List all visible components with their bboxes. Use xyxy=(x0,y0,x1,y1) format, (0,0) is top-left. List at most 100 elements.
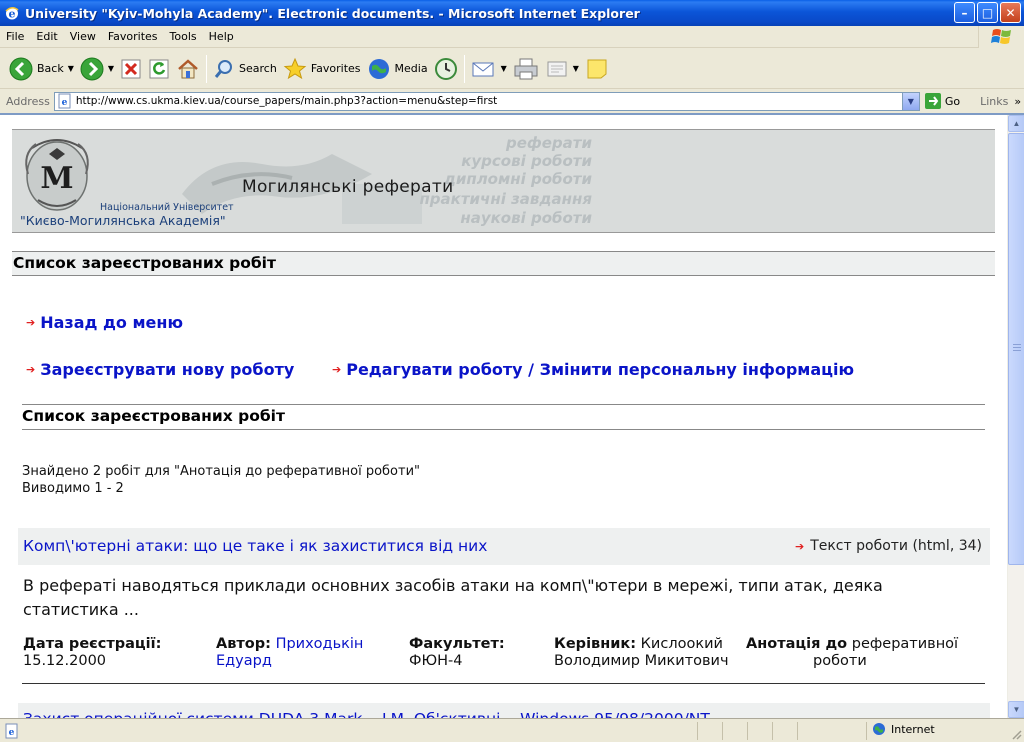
refresh-button[interactable] xyxy=(145,52,173,86)
media-label: Media xyxy=(394,62,428,75)
faculty-value: ФЮН-4 xyxy=(409,653,463,669)
university-name-line2: "Києво-Могилянська Академія" xyxy=(20,213,226,228)
work-date: Дата реєстрації: 15.12.2000 xyxy=(23,636,161,670)
arrow-right-icon: ➔ xyxy=(26,316,36,329)
chevron-down-icon[interactable]: ▼ xyxy=(108,64,114,73)
work-text-link[interactable]: ➔ Текст роботи (html, 34) xyxy=(795,538,982,554)
annotation-value: реферативної xyxy=(851,636,959,652)
windows-logo-icon xyxy=(978,26,1024,48)
back-to-menu-link[interactable]: ➔ Назад до меню xyxy=(26,313,183,332)
zone-label: Internet xyxy=(891,722,935,736)
svg-text:e: e xyxy=(61,98,67,108)
menu-favorites[interactable]: Favorites xyxy=(102,30,164,43)
work-author: Автор: Приходькін Едуард xyxy=(216,636,363,670)
author-label: Автор: xyxy=(216,636,271,652)
menu-help[interactable]: Help xyxy=(203,30,240,43)
chevron-down-icon[interactable]: ▼ xyxy=(501,64,507,73)
vertical-scrollbar[interactable]: ▲ ▼ xyxy=(1007,115,1024,718)
work-description: В рефераті наводяться приклади основних … xyxy=(23,576,883,619)
history-icon xyxy=(434,57,457,80)
scroll-grip xyxy=(1013,347,1021,348)
web-page: М реферати курсові роботи дипломні робот… xyxy=(0,115,1007,718)
work-header: Комп\'ютерні атаки: що це таке і як захи… xyxy=(18,528,990,565)
edit-work-link[interactable]: ➔ Редагувати роботу / Змінити персональн… xyxy=(332,360,854,379)
supervisor-label: Керівник: xyxy=(554,636,637,652)
watermark-line: дипломні роботи xyxy=(443,170,592,188)
chevron-down-icon[interactable]: ▼ xyxy=(573,64,579,73)
date-value: 15.12.2000 xyxy=(23,653,107,669)
internet-explorer-icon: e xyxy=(5,7,19,21)
watermark-line: наукові роботи xyxy=(460,209,592,227)
media-globe-icon xyxy=(368,58,389,79)
register-new-work-link[interactable]: ➔ Зареєструвати нову роботу xyxy=(26,360,294,379)
back-button[interactable]: Back ▼ xyxy=(6,52,77,86)
watermark-line: реферати xyxy=(505,134,592,152)
author-link[interactable]: Приходькін xyxy=(276,636,364,652)
chevron-down-icon[interactable]: ▼ xyxy=(901,92,919,110)
svg-text:e: e xyxy=(9,8,16,21)
page-icon: e xyxy=(58,93,71,109)
address-bar: Address e http://www.cs.ukma.kiev.ua/cou… xyxy=(0,90,1024,112)
menu-file[interactable]: File xyxy=(0,30,30,43)
media-button[interactable]: Media xyxy=(364,52,431,86)
resize-grip-icon[interactable] xyxy=(1010,728,1022,740)
favorites-button[interactable]: Favorites xyxy=(280,52,364,86)
refresh-icon xyxy=(149,59,169,78)
minimize-button[interactable]: – xyxy=(954,2,975,23)
history-button[interactable] xyxy=(431,52,461,86)
links-toolbar[interactable]: Links xyxy=(980,95,1008,108)
address-url: http://www.cs.ukma.kiev.ua/course_papers… xyxy=(75,95,498,107)
mail-button[interactable]: ▼ xyxy=(468,52,510,86)
academy-crest-icon: М xyxy=(25,139,89,211)
go-button[interactable]: Go xyxy=(924,92,960,110)
work-text-label: Текст роботи (html, 34) xyxy=(810,538,982,554)
page-title: Список зареєстрованих робіт xyxy=(12,251,995,276)
search-summary: Знайдено 2 робіт для "Анотація до рефера… xyxy=(22,463,420,497)
list-title: Список зареєстрованих робіт xyxy=(22,404,985,430)
status-divider xyxy=(797,722,798,740)
mail-icon xyxy=(472,62,494,76)
address-label: Address xyxy=(6,94,50,108)
annotation-label: Анотація до xyxy=(746,636,848,652)
chevron-right-icon[interactable]: » xyxy=(1014,95,1021,108)
messenger-button[interactable] xyxy=(582,52,612,86)
work-title-link[interactable]: Захист операційної системи DUDA 3 Mark..… xyxy=(23,710,710,718)
stop-button[interactable] xyxy=(117,52,145,86)
back-arrow-icon xyxy=(9,57,33,80)
search-label: Search xyxy=(239,62,277,75)
author-link[interactable]: Едуард xyxy=(216,653,272,669)
scroll-down-button[interactable]: ▼ xyxy=(1008,701,1024,718)
work-title-link[interactable]: Комп\'ютерні атаки: що це таке і як захи… xyxy=(23,537,487,555)
forward-button[interactable]: ▼ xyxy=(77,52,117,86)
address-input[interactable]: e http://www.cs.ukma.kiev.ua/course_pape… xyxy=(53,91,920,111)
status-bar: e Internet xyxy=(0,718,1024,742)
printer-icon xyxy=(514,58,538,79)
chevron-down-icon[interactable]: ▼ xyxy=(68,64,74,73)
edit-button[interactable]: ▼ xyxy=(542,52,582,86)
menu-edit[interactable]: Edit xyxy=(30,30,63,43)
status-divider xyxy=(747,722,748,740)
university-name-line1: Національний Університет xyxy=(100,202,234,213)
menu-view[interactable]: View xyxy=(64,30,102,43)
print-button[interactable] xyxy=(510,52,542,86)
scroll-up-button[interactable]: ▲ xyxy=(1008,115,1024,132)
search-button[interactable]: Search xyxy=(210,52,280,86)
status-divider xyxy=(697,722,698,740)
edit-document-icon xyxy=(547,61,567,76)
scroll-grip xyxy=(1013,344,1021,345)
home-button[interactable] xyxy=(173,52,203,86)
note-icon xyxy=(587,59,607,78)
star-icon xyxy=(283,57,307,79)
supervisor-value: Володимир Микитович xyxy=(554,653,729,669)
work-annotation: Анотація до реферативної роботи xyxy=(746,636,958,670)
annotation-value: роботи xyxy=(813,653,867,669)
work-supervisor: Керівник: Кислоокий Володимир Микитович xyxy=(554,636,729,670)
menu-tools[interactable]: Tools xyxy=(164,30,203,43)
browser-content: М реферати курсові роботи дипломні робот… xyxy=(0,113,1024,718)
standard-toolbar: Back ▼ ▼ Search Favorites Media ▼ ▼ xyxy=(0,49,1024,89)
close-button[interactable]: ✕ xyxy=(1000,2,1021,23)
maximize-button[interactable]: □ xyxy=(977,2,998,23)
window-titlebar[interactable]: e University "Kyiv-Mohyla Academy". Elec… xyxy=(0,0,1024,26)
arrow-right-icon: ➔ xyxy=(26,363,36,376)
scroll-thumb[interactable] xyxy=(1008,133,1024,565)
